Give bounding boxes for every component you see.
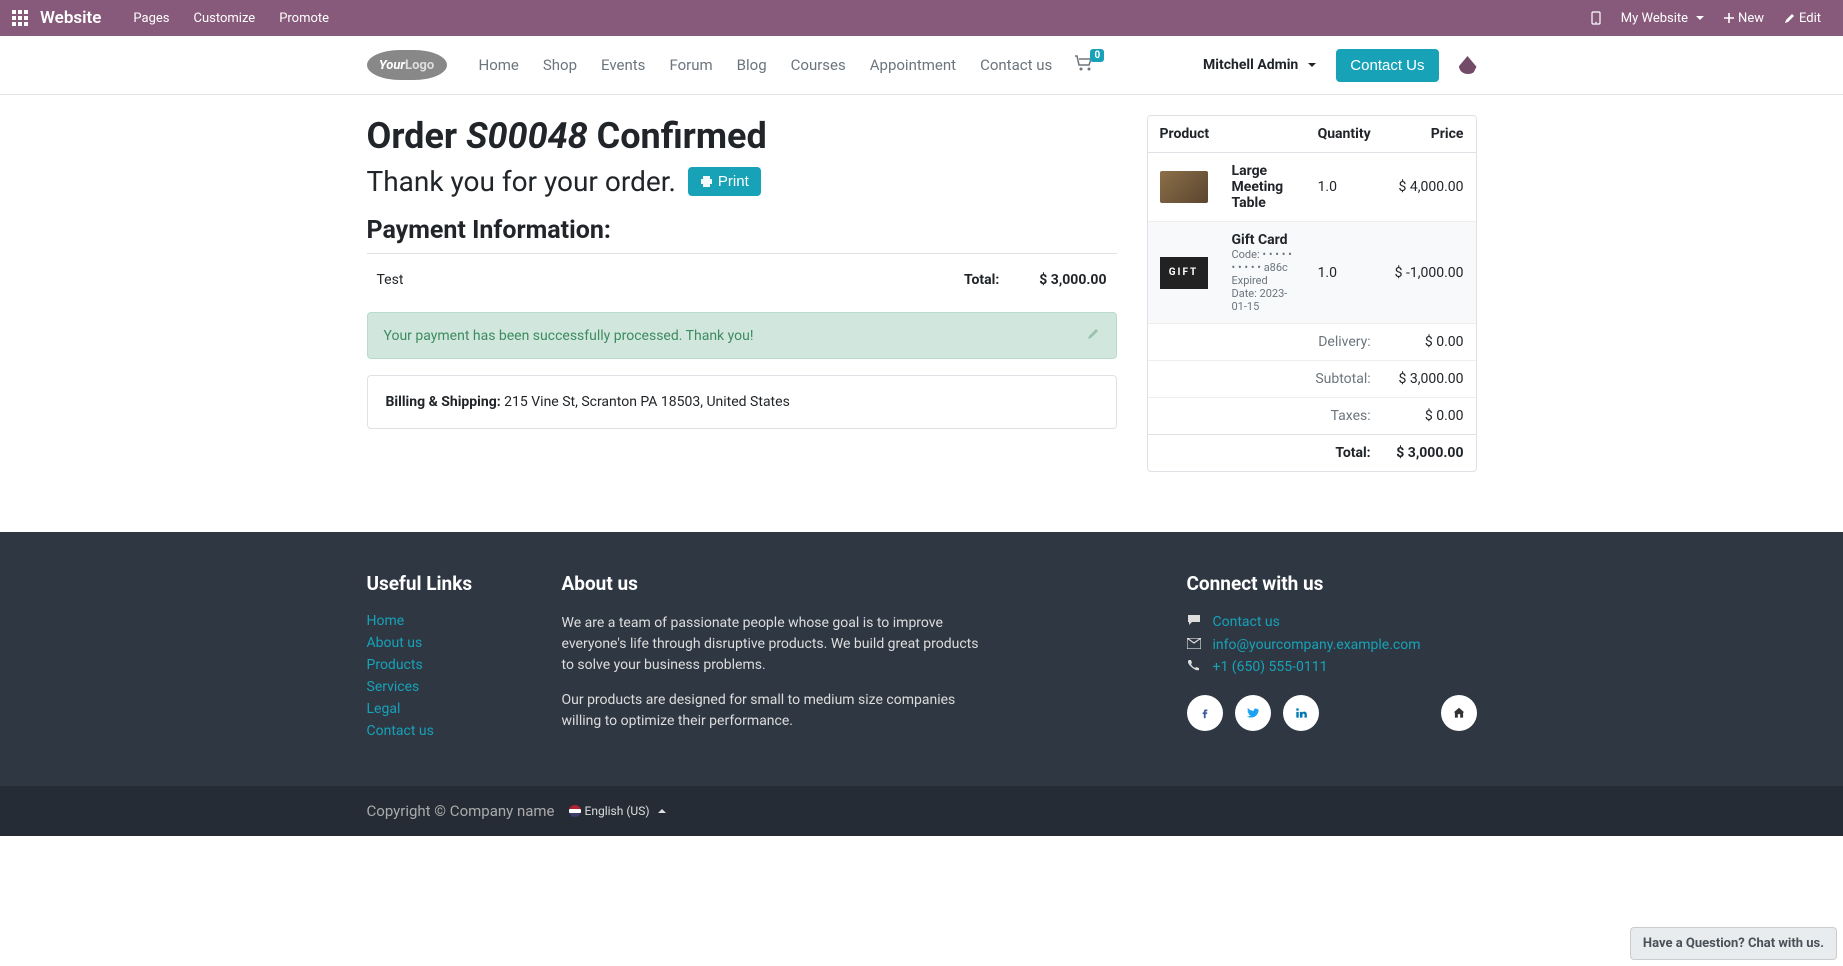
summary-taxes: Taxes:$ 0.00 bbox=[1148, 398, 1476, 435]
summary-subtotal: Subtotal:$ 3,000.00 bbox=[1148, 361, 1476, 398]
phone-icon bbox=[1187, 659, 1203, 675]
line-qty: 1.0 bbox=[1306, 222, 1383, 324]
menu-customize[interactable]: Customize bbox=[182, 11, 268, 26]
cart-icon[interactable]: 0 bbox=[1074, 55, 1094, 75]
payment-info-heading: Payment Information: bbox=[367, 216, 1117, 254]
contact-us-button[interactable]: Contact Us bbox=[1336, 49, 1438, 82]
admin-topbar: Website Pages Customize Promote My Websi… bbox=[0, 0, 1843, 36]
shipping-label: Billing & Shipping: bbox=[386, 394, 501, 410]
menu-pages[interactable]: Pages bbox=[121, 11, 181, 26]
summary-delivery: Delivery:$ 0.00 bbox=[1148, 324, 1476, 361]
new-button[interactable]: New bbox=[1714, 11, 1774, 26]
payment-total-amount: $ 3,000.00 bbox=[1039, 272, 1106, 288]
chat-icon bbox=[1187, 613, 1203, 631]
linkedin-icon[interactable] bbox=[1283, 695, 1319, 731]
user-menu[interactable]: Mitchell Admin bbox=[1193, 57, 1326, 73]
home-icon[interactable] bbox=[1441, 695, 1477, 731]
product-name: Large Meeting Table bbox=[1232, 163, 1294, 211]
footer-link-contact[interactable]: Contact us bbox=[367, 723, 522, 739]
product-thumbnail: GIFT bbox=[1160, 257, 1208, 289]
app-brand[interactable]: Website bbox=[40, 8, 101, 28]
page-title: Order S00048 Confirmed bbox=[367, 115, 1117, 157]
gift-code: Code: • • • • • • • • • • a86c bbox=[1232, 248, 1294, 274]
product-name: Gift Card bbox=[1232, 232, 1294, 248]
footer-about-p1: We are a team of passionate people whose… bbox=[562, 613, 992, 676]
nav-appointment[interactable]: Appointment bbox=[858, 56, 968, 74]
site-footer: Useful Links Home About us Products Serv… bbox=[0, 532, 1843, 836]
nav-blog[interactable]: Blog bbox=[725, 56, 779, 74]
cart-badge: 0 bbox=[1090, 49, 1104, 62]
footer-email-link[interactable]: info@yourcompany.example.com bbox=[1213, 637, 1421, 653]
theme-drop-icon[interactable] bbox=[1459, 56, 1477, 74]
product-thumbnail bbox=[1160, 171, 1208, 203]
footer-link-products[interactable]: Products bbox=[367, 657, 522, 673]
line-item: Large Meeting Table 1.0 $ 4,000.00 bbox=[1148, 153, 1476, 222]
site-header: YourLogo Home Shop Events Forum Blog Cou… bbox=[0, 36, 1843, 95]
payment-method: Test bbox=[377, 272, 965, 288]
order-summary: Product Quantity Price Large Meeting Tab… bbox=[1147, 115, 1477, 472]
payment-total-label: Total: bbox=[964, 272, 999, 288]
alert-message: Your payment has been successfully proce… bbox=[384, 328, 1087, 344]
footer-phone-link[interactable]: +1 (650) 555-0111 bbox=[1213, 659, 1328, 675]
success-alert: Your payment has been successfully proce… bbox=[367, 312, 1117, 359]
language-selector[interactable]: English (US) bbox=[569, 804, 666, 818]
flag-icon bbox=[569, 805, 581, 817]
pencil-icon[interactable] bbox=[1087, 327, 1100, 344]
nav-shop[interactable]: Shop bbox=[531, 56, 589, 74]
thank-you-text: Thank you for your order. bbox=[367, 165, 676, 198]
gift-expiry: Expired Date: 2023-01-15 bbox=[1232, 274, 1294, 313]
line-price: $ -1,000.00 bbox=[1383, 222, 1476, 324]
payment-row: Test Total: $ 3,000.00 bbox=[367, 264, 1117, 296]
col-quantity: Quantity bbox=[1306, 116, 1383, 153]
mobile-preview-icon[interactable] bbox=[1581, 11, 1611, 25]
col-price: Price bbox=[1383, 116, 1476, 153]
col-product: Product bbox=[1148, 116, 1306, 153]
nav-home[interactable]: Home bbox=[467, 56, 531, 74]
live-chat-button[interactable]: Have a Question? Chat with us. bbox=[1630, 927, 1837, 960]
menu-promote[interactable]: Promote bbox=[267, 11, 341, 26]
footer-link-about[interactable]: About us bbox=[367, 635, 522, 651]
line-item: GIFT Gift Card Code: • • • • • • • • • •… bbox=[1148, 222, 1476, 324]
footer-connect-heading: Connect with us bbox=[1187, 572, 1477, 595]
footer-links-heading: Useful Links bbox=[367, 572, 522, 595]
summary-total: Total:$ 3,000.00 bbox=[1148, 435, 1476, 472]
footer-link-services[interactable]: Services bbox=[367, 679, 522, 695]
footer-contact-link[interactable]: Contact us bbox=[1213, 614, 1280, 630]
nav-courses[interactable]: Courses bbox=[779, 56, 858, 74]
apps-icon[interactable] bbox=[12, 10, 28, 26]
nav-contact[interactable]: Contact us bbox=[968, 56, 1064, 74]
my-website-dropdown[interactable]: My Website bbox=[1611, 11, 1714, 26]
site-logo[interactable]: YourLogo bbox=[367, 50, 447, 80]
footer-link-legal[interactable]: Legal bbox=[367, 701, 522, 717]
footer-about-p2: Our products are designed for small to m… bbox=[562, 690, 992, 732]
line-qty: 1.0 bbox=[1306, 153, 1383, 222]
line-price: $ 4,000.00 bbox=[1383, 153, 1476, 222]
footer-about-heading: About us bbox=[562, 572, 992, 595]
print-button[interactable]: Print bbox=[688, 167, 761, 196]
nav-forum[interactable]: Forum bbox=[657, 56, 724, 74]
shipping-card: Billing & Shipping: 215 Vine St, Scranto… bbox=[367, 375, 1117, 429]
shipping-address: 215 Vine St, Scranton PA 18503, United S… bbox=[504, 394, 790, 410]
facebook-icon[interactable] bbox=[1187, 695, 1223, 731]
nav-events[interactable]: Events bbox=[589, 56, 657, 74]
envelope-icon bbox=[1187, 637, 1203, 653]
copyright-text: Copyright © Company name bbox=[367, 802, 555, 820]
footer-link-home[interactable]: Home bbox=[367, 613, 522, 629]
edit-button[interactable]: Edit bbox=[1774, 11, 1831, 26]
twitter-icon[interactable] bbox=[1235, 695, 1271, 731]
